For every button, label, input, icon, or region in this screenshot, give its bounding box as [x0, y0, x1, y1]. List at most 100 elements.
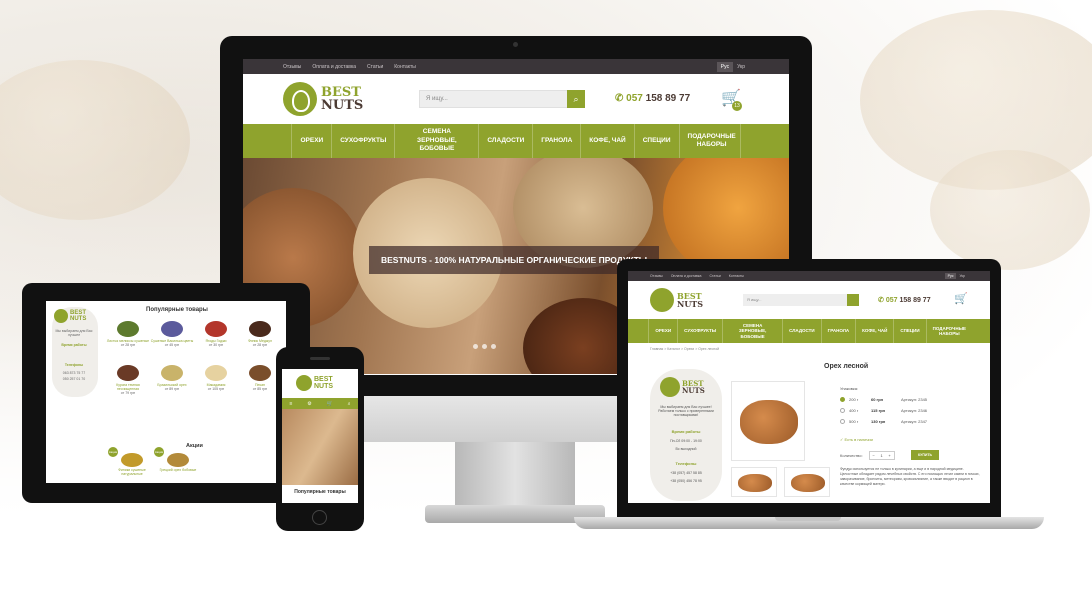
plus-icon[interactable]: + — [888, 453, 890, 458]
option-sku: Артикул: 2346 — [901, 408, 928, 413]
nav-item-seeds[interactable]: СЕМЕНА ЗЕРНОВЫЕ, БОБОВЫЕ — [394, 124, 478, 158]
logo[interactable]: BEST NUTS — [296, 375, 333, 391]
buy-button[interactable]: КУПИТЬ — [911, 450, 939, 460]
sidebar-hours-weekday: Пн-Сб 09:00 - 19:00 — [670, 439, 702, 443]
tablet-phone-2[interactable]: 050 257 01 70 — [54, 377, 94, 381]
product-card[interactable]: Курага темная неочищенная от 79 грн — [106, 363, 150, 401]
tablet-phone-1[interactable]: 063 873 75 77 — [54, 371, 94, 375]
product-thumbnail[interactable] — [731, 467, 777, 497]
lang-ru[interactable]: Рус — [716, 61, 734, 72]
logo[interactable]: BEST NUTS — [650, 288, 703, 312]
nav-item-sweets[interactable]: СЛАДОСТИ — [478, 124, 532, 158]
main-nav: ОРЕХИ СУХОФРУКТЫ СЕМЕНА ЗЕРНОВЫЕ, БОБОВЫ… — [628, 319, 990, 343]
nav-item-spices[interactable]: СПЕЦИИ — [633, 124, 679, 158]
nav-item-dried-fruit[interactable]: СУХОФРУКТЫ — [677, 319, 722, 343]
laptop-device: Отзывы Оплата и доставка Статьи Контакты… — [617, 259, 1001, 517]
topbar-link-contacts[interactable]: Контакты — [394, 64, 416, 70]
tablet-tagline: Мы выбираем для Вас лучшее — [55, 329, 93, 337]
main-nav: ОРЕХИ СУХОФРУКТЫ СЕМЕНА ЗЕРНОВЫЕ, БОБОВЫ… — [243, 124, 789, 158]
language-switch: Рус Укр — [944, 273, 968, 279]
sliders-icon[interactable]: ⚙ — [307, 401, 311, 407]
sidebar-logo[interactable]: BEST NUTS — [660, 377, 705, 397]
nav-item-gift-sets[interactable]: ПОДАРОЧНЫЕ НАБОРЫ — [925, 319, 970, 343]
cart-icon[interactable]: 🛒 — [327, 401, 333, 407]
option-price: 115 грн — [871, 408, 886, 413]
phone-number[interactable]: ✆ 057 158 89 77 — [878, 296, 931, 304]
minus-icon[interactable]: − — [872, 453, 874, 458]
promo-name: Грецкий орех бобовые — [159, 468, 197, 472]
quantity-stepper[interactable]: − 1 + — [868, 451, 895, 460]
lang-ua[interactable]: Укр — [733, 62, 749, 72]
tablet-promo-title: Акции — [186, 443, 203, 449]
search-icon[interactable] — [847, 294, 859, 306]
nav-item-granola[interactable]: ГРАНОЛА — [532, 124, 580, 158]
topbar-link-articles[interactable]: Статьи — [709, 274, 720, 278]
tablet-device: BEST NUTS Мы выбираем для Вас лучшее Врем… — [22, 283, 310, 503]
radio-selected-icon[interactable] — [840, 397, 845, 402]
top-bar: Отзывы Оплата и доставка Статьи Контакты… — [243, 59, 789, 74]
lang-ru[interactable]: Рус — [944, 273, 957, 279]
product-card[interactable]: Бразильский орех от 89 грн — [150, 363, 194, 401]
nav-item-granola[interactable]: ГРАНОЛА — [820, 319, 855, 343]
radio-icon[interactable] — [840, 408, 845, 413]
nav-item-spices[interactable]: СПЕЦИИ — [893, 319, 925, 343]
product-price: от 30 грн — [208, 343, 224, 347]
product-card[interactable]: Ягоды Годжи от 30 грн — [194, 319, 238, 357]
promo-badge: Акция — [154, 447, 164, 457]
tablet-logo[interactable]: BEST NUTS — [54, 309, 86, 323]
nav-item-dried-fruit[interactable]: СУХОФРУКТЫ — [331, 124, 394, 158]
topbar-link-payment[interactable]: Оплата и доставка — [671, 274, 702, 278]
cart-icon[interactable]: 🛒 — [954, 292, 968, 305]
logo-text-nuts: NUTS — [321, 98, 364, 113]
slider-dots[interactable] — [473, 344, 500, 349]
topbar-link-contacts[interactable]: Контакты — [729, 274, 744, 278]
product-thumbnail[interactable] — [784, 467, 830, 497]
packing-option[interactable]: 500 г 130 грн Артикул: 2347 — [840, 416, 980, 427]
option-weight: 500 г — [849, 419, 859, 424]
home-button[interactable] — [312, 510, 327, 525]
nut-logo-icon — [650, 288, 674, 312]
search-icon[interactable]: ⌕ — [348, 401, 351, 407]
product-card[interactable]: Сушеные Василька цветы от 45 грн — [150, 319, 194, 357]
nut-logo-icon — [660, 377, 680, 397]
product-card[interactable]: Листья мелиссы сушеные от 28 грн — [106, 319, 150, 357]
nav-item-coffee-tea[interactable]: КОФЕ, ЧАЙ — [580, 124, 633, 158]
phone-number[interactable]: ✆ 057 158 89 77 — [615, 93, 690, 104]
promo-card[interactable]: Акция Финики сушеные натуральные — [108, 447, 152, 481]
sidebar-phone-1[interactable]: +38 (057) 457 58 85 — [654, 471, 718, 475]
phone-digits: 158 89 77 — [645, 93, 691, 104]
breadcrumb[interactable]: Главная > Каталог > Орехи > Орех лесной — [650, 347, 719, 351]
logo[interactable]: BEST NUTS — [283, 82, 363, 116]
topbar-link-reviews[interactable]: Отзывы — [650, 274, 663, 278]
promo-card[interactable]: Акция Грецкий орех бобовые — [154, 447, 198, 481]
mobile-hero-image[interactable] — [282, 409, 358, 485]
product-card[interactable]: Финик Меджул от 28 грн — [238, 319, 282, 357]
packing-option[interactable]: 400 г 115 грн Артикул: 2346 — [840, 405, 980, 416]
search-input[interactable]: Я ищу... — [743, 294, 847, 306]
topbar-link-articles[interactable]: Статьи — [367, 64, 383, 70]
laptop-notch — [775, 517, 841, 521]
menu-icon[interactable]: ≡ — [289, 401, 292, 407]
product-card[interactable]: Макадамия от 105 грн — [194, 363, 238, 401]
product-main-image[interactable] — [731, 381, 805, 461]
radio-icon[interactable] — [840, 419, 845, 424]
lang-ua[interactable]: Укр — [956, 273, 968, 279]
nav-item-gift-sets[interactable]: ПОДАРОЧНЫЕ НАБОРЫ — [678, 124, 741, 158]
monitor-stand — [455, 442, 575, 512]
nav-item-coffee-tea[interactable]: КОФЕ, ЧАЙ — [855, 319, 893, 343]
packing-label: Упаковка: — [840, 386, 859, 391]
search-icon[interactable]: ⌕ — [567, 90, 585, 108]
nav-item-nuts[interactable]: ОРЕХИ — [648, 319, 677, 343]
topbar-link-reviews[interactable]: Отзывы — [283, 64, 301, 70]
packing-options: Упаковка: 200 г 60 грн Артикул: 2345 400 г… — [840, 383, 980, 427]
nav-item-seeds[interactable]: СЕМЕНА ЗЕРНОВЫЕ, БОБОВЫЕ — [722, 319, 782, 343]
nav-item-nuts[interactable]: ОРЕХИ — [291, 124, 331, 158]
topbar-link-payment[interactable]: Оплата и доставка — [312, 64, 356, 70]
search-input[interactable]: Я ищу... — [419, 90, 581, 108]
sidebar-phone-2[interactable]: +38 (050) 456 78 95 — [654, 479, 718, 483]
nav-item-sweets[interactable]: СЛАДОСТИ — [782, 319, 821, 343]
quantity-label: Количество: — [840, 453, 863, 458]
nut-logo-icon — [54, 309, 68, 323]
tablet-phones-title: Телефоны — [64, 363, 84, 367]
packing-option[interactable]: 200 г 60 грн Артикул: 2345 — [840, 394, 980, 405]
